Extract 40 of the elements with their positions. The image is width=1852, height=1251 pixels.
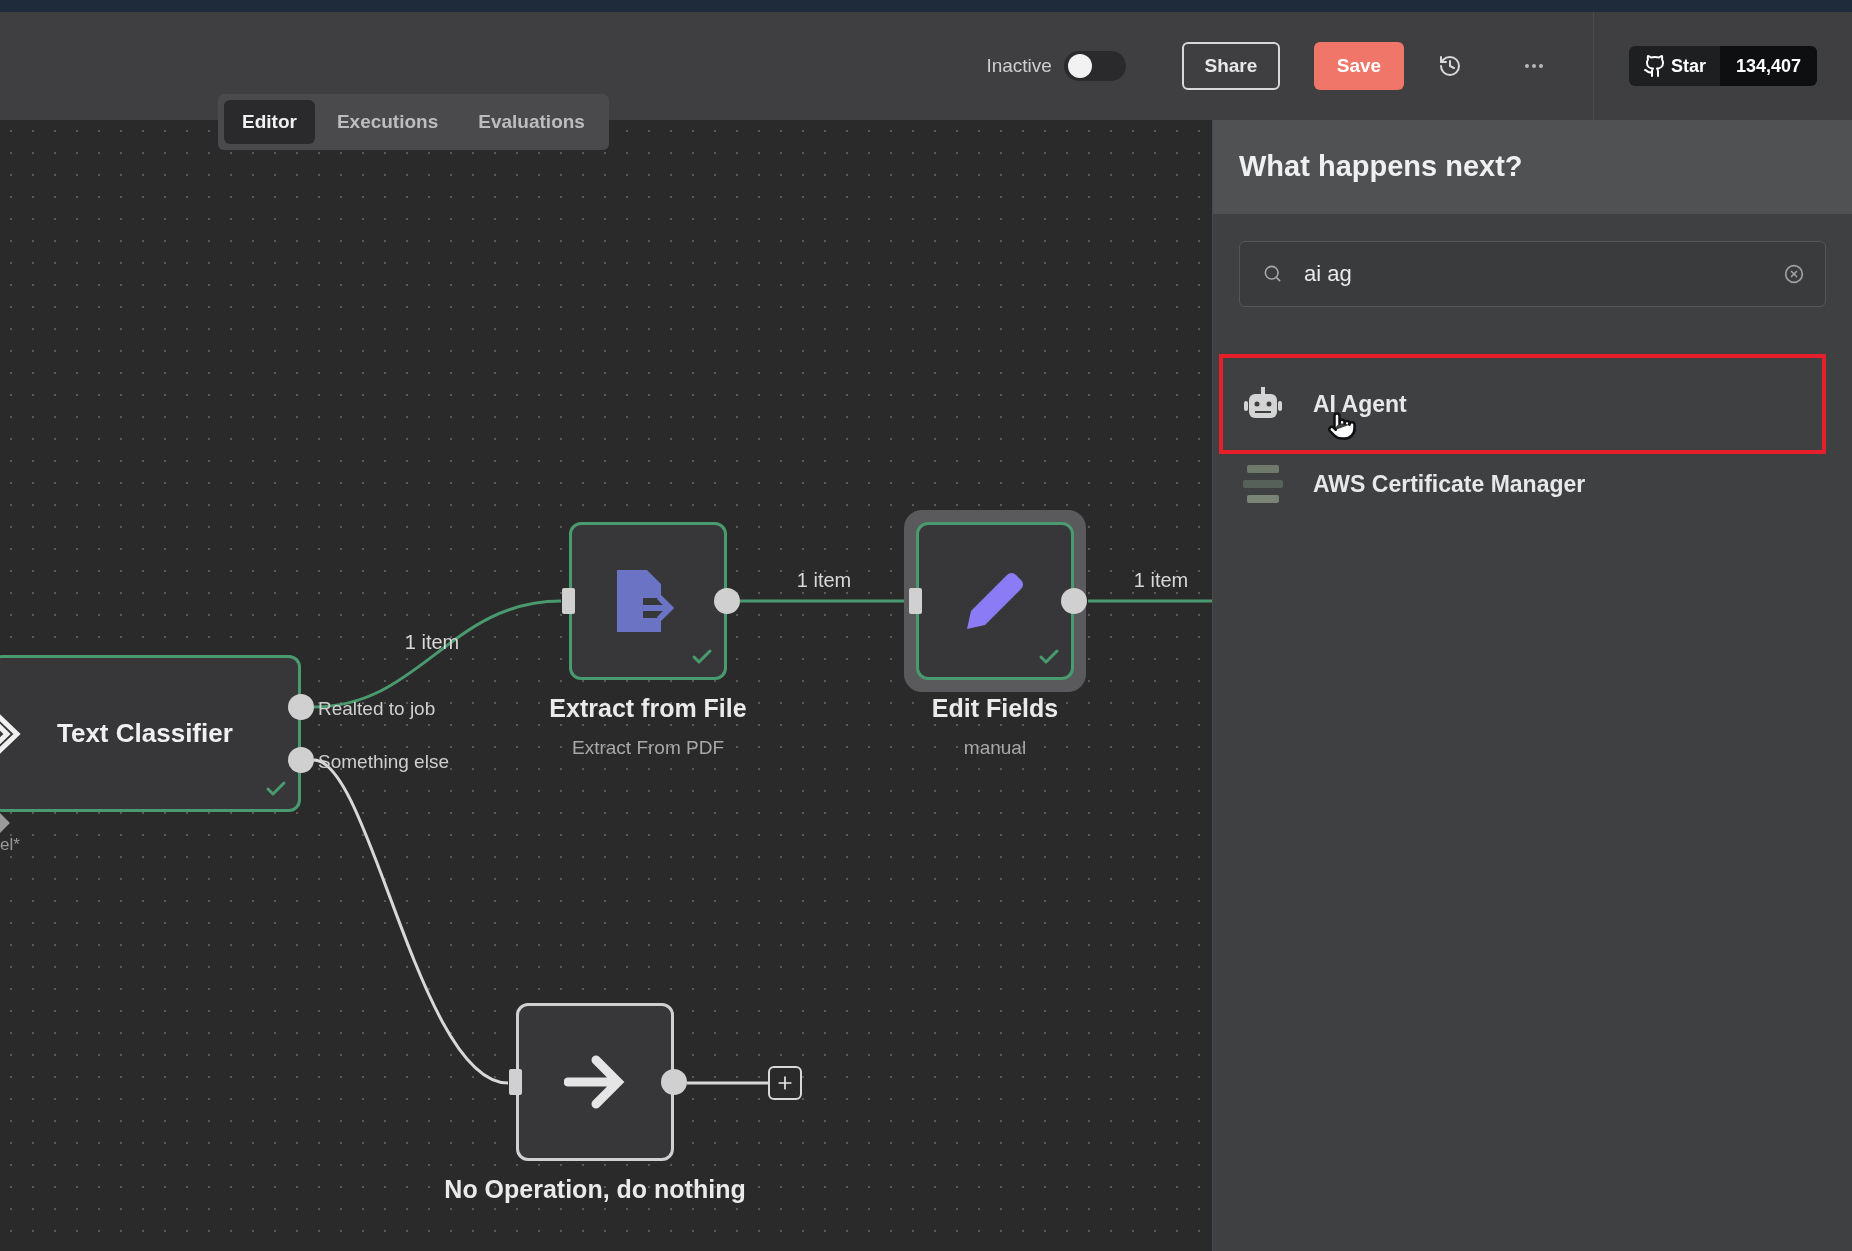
add-node-button[interactable] (768, 1066, 802, 1100)
view-tab[interactable]: Executions (318, 100, 457, 144)
status-label: Inactive (986, 53, 1052, 78)
view-tab[interactable]: Editor (224, 100, 315, 144)
output-handle[interactable] (661, 1069, 687, 1095)
output-handle[interactable] (714, 588, 740, 614)
input-handle[interactable] (509, 1069, 522, 1095)
github-icon (1642, 54, 1667, 78)
workflow-node[interactable] (916, 522, 1074, 680)
node-title: No Operation, do nothing (444, 1174, 746, 1205)
output-handle[interactable] (288, 694, 314, 720)
star-count: 134,407 (1719, 46, 1817, 86)
view-tab[interactable]: Evaluations (460, 100, 603, 144)
input-label: el* (0, 834, 20, 856)
arrow-right-icon (564, 1054, 626, 1110)
node-title: Extract from File (549, 693, 747, 724)
history-icon[interactable] (1437, 54, 1462, 78)
item-count-label: 1 item (1133, 568, 1189, 593)
input-handle[interactable] (562, 588, 575, 614)
node-subtitle: Extract From PDF (572, 735, 724, 760)
workflow-node[interactable] (569, 522, 727, 680)
workflow-node[interactable]: Text Classifier (0, 655, 301, 812)
github-star-button[interactable]: Star (1628, 46, 1720, 86)
output-label: Something else (318, 750, 449, 774)
search-field[interactable]: ai ag (1239, 241, 1826, 307)
workflow-node[interactable] (516, 1003, 674, 1161)
search-icon (1263, 264, 1282, 283)
node-title: Edit Fields (931, 693, 1059, 724)
node-title: Text Classifier (57, 717, 233, 750)
result-item[interactable]: AI Agent (1219, 354, 1826, 454)
node-subtitle: manual (963, 735, 1027, 760)
output-label: Realted to job (318, 697, 436, 721)
input-handle[interactable] (909, 588, 922, 614)
panel-title: What happens next? (1239, 149, 1523, 185)
output-handle[interactable] (288, 747, 314, 773)
active-toggle[interactable] (1063, 51, 1126, 81)
clear-icon[interactable] (1784, 264, 1804, 284)
share-button[interactable]: Share (1181, 42, 1280, 90)
item-count-label: 1 item (796, 568, 852, 593)
stacked-bars-icon (1243, 463, 1283, 505)
